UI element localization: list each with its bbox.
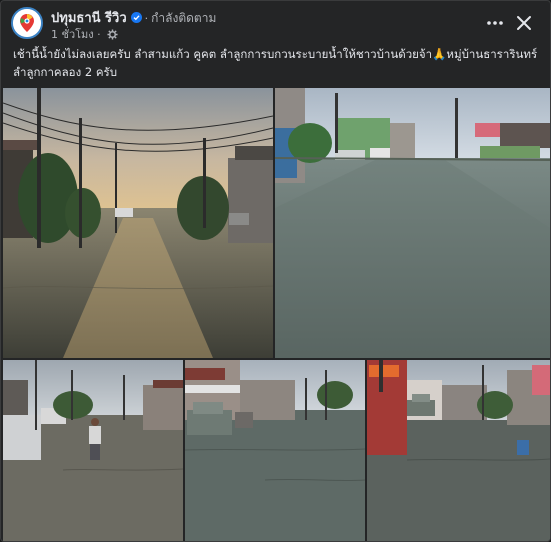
caption-line: ลำลูกกาคลอง 2 ครับ: [13, 65, 117, 79]
post-timestamp[interactable]: 1 ชั่วโมง: [51, 28, 94, 41]
post-card: ปทุมธานี รีวิว·กำลังติดตาม 1 ชั่วโมง ·: [0, 0, 551, 542]
close-button[interactable]: [514, 13, 534, 33]
privacy-gear-icon[interactable]: [107, 29, 118, 43]
photo-flooded-street-red-sign[interactable]: [367, 360, 550, 541]
photo-man-wading-flood[interactable]: [3, 360, 183, 541]
post-header: ปทุมธานี รีวิว · กำลังติดตาม 1 ชั่วโมง ·: [1, 1, 550, 45]
post-caption: เช้านี้น้ำยังไม่ลงเลยครับ ลำสามแก้ว คูคต…: [13, 45, 543, 81]
page-avatar[interactable]: [11, 7, 43, 39]
page-name-link[interactable]: ปทุมธานี รีวิว: [51, 11, 127, 26]
caption-line: เช้านี้น้ำยังไม่ลงเลยครับ ลำสามแก้ว คูคต…: [13, 47, 538, 61]
photo-flooded-street-sunset[interactable]: [3, 88, 273, 358]
map-pin-logo-icon: [13, 9, 41, 37]
photo-flooded-street-daylight[interactable]: [275, 88, 550, 358]
separator-dot: ·: [144, 12, 149, 25]
close-icon: [517, 16, 531, 30]
more-options-button[interactable]: [485, 13, 505, 33]
more-horizontal-icon: [487, 21, 503, 25]
post-meta: 1 ชั่วโมง ·: [51, 25, 118, 43]
following-button[interactable]: กำลังติดตาม: [151, 11, 216, 25]
separator-dot: ·: [97, 28, 101, 41]
photo-flooded-street-cars[interactable]: [185, 360, 365, 541]
verified-badge-icon: [130, 12, 142, 23]
